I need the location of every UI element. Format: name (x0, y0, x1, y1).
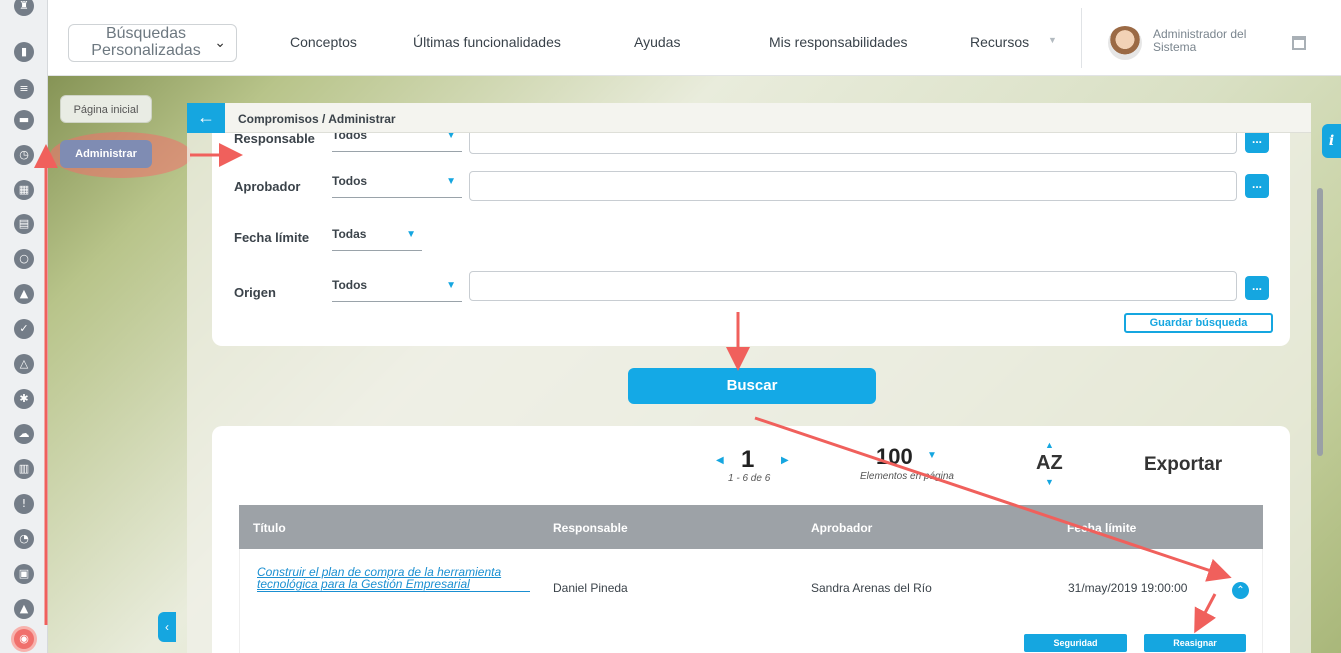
clock-icon[interactable]: ◷ (14, 145, 34, 165)
current-page: 1 (741, 446, 755, 473)
report-icon[interactable]: ▥ (14, 459, 34, 479)
calendar-icon[interactable]: ▦ (14, 180, 34, 200)
pie-chart-icon[interactable]: ◔ (14, 529, 34, 549)
document-icon[interactable]: ▤ (14, 214, 34, 234)
recursos-caret-icon[interactable]: ▼ (1048, 35, 1057, 45)
export-button[interactable]: Exportar (1144, 454, 1222, 476)
per-page-label: Elementos en página (860, 471, 954, 482)
alert-icon[interactable]: ! (14, 494, 34, 514)
pyramid-icon[interactable]: ▲ (14, 599, 34, 619)
column-titulo[interactable]: Título (253, 521, 286, 535)
security-button[interactable]: Seguridad (1024, 634, 1127, 652)
nav-mis-responsabilidades[interactable]: Mis responsabilidades (769, 34, 908, 50)
per-page-select[interactable]: 100 (876, 444, 913, 470)
network-icon[interactable]: △ (14, 354, 34, 374)
fecha-limite-select[interactable]: Todas ▼ (332, 227, 422, 251)
top-header: Búsquedas Personalizadas ⌄ Conceptos Últ… (48, 0, 1341, 76)
search-button[interactable]: Buscar (628, 368, 876, 404)
tower-icon[interactable]: ♜ (14, 0, 34, 16)
nav-ultimas-funcionalidades[interactable]: Últimas funcionalidades (413, 34, 561, 50)
menu-admin[interactable]: Administrar (60, 140, 152, 168)
fecha-limite-label: Fecha límite (234, 230, 310, 245)
caret-down-icon: ▼ (406, 229, 416, 240)
sort-button[interactable]: AZ (1036, 452, 1063, 475)
column-responsable[interactable]: Responsable (553, 521, 628, 535)
breadcrumb: Compromisos / Administrar (238, 112, 396, 126)
origen-input[interactable] (469, 271, 1237, 301)
info-icon[interactable]: i (1322, 124, 1341, 158)
row-responsable: Daniel Pineda (553, 581, 628, 595)
reassign-button[interactable]: Reasignar (1144, 634, 1246, 652)
chevron-up-icon[interactable]: ⌃ (1232, 582, 1249, 599)
origen-select[interactable]: Todos ▼ (332, 278, 462, 302)
aprobador-more-button[interactable]: ... (1245, 174, 1269, 198)
warning-icon[interactable]: ▲ (14, 284, 34, 304)
fecha-limite-value: Todas (332, 227, 367, 241)
caret-down-icon: ▼ (446, 176, 456, 187)
origen-value: Todos (332, 278, 368, 292)
aprobador-label: Aprobador (234, 179, 301, 194)
column-fecha-limite[interactable]: Fecha límite (1067, 521, 1136, 535)
check-icon[interactable]: ✓ (14, 319, 34, 339)
row-title-link[interactable]: Construir el plan de compra de la herram… (257, 566, 530, 592)
avatar[interactable] (1108, 26, 1142, 60)
save-search-button[interactable]: Guardar búsqueda (1124, 313, 1273, 333)
nav-recursos[interactable]: Recursos (970, 34, 1029, 50)
list-icon[interactable]: ≡ (14, 79, 34, 99)
page-range: 1 - 6 de 6 (728, 473, 771, 484)
briefcase-icon[interactable]: ▣ (14, 564, 34, 584)
custom-search-label: Búsquedas Personalizadas (91, 25, 201, 59)
cloud-icon[interactable]: ☁ (14, 424, 34, 444)
commitments-icon[interactable]: ◉ (14, 629, 34, 649)
aprobador-value: Todos (332, 174, 368, 188)
menu-home[interactable]: Página inicial (60, 95, 152, 123)
origen-more-button[interactable]: ... (1245, 276, 1269, 300)
back-arrow-icon[interactable]: ← (187, 103, 225, 133)
nav-conceptos[interactable]: Conceptos (290, 34, 357, 50)
user-name[interactable]: Administrador del Sistema (1153, 28, 1253, 54)
chevron-down-icon: ⌄ (214, 34, 226, 50)
aprobador-select[interactable]: Todos ▼ (332, 174, 462, 198)
column-aprobador[interactable]: Aprobador (811, 521, 872, 535)
caret-down-icon: ▼ (446, 280, 456, 291)
collapse-menu-icon[interactable]: ‹ (158, 612, 176, 642)
header-divider (1081, 8, 1082, 68)
row-aprobador: Sandra Arenas del Río (811, 581, 932, 595)
sort-down-icon[interactable]: ▼ (1045, 477, 1054, 487)
calendar-icon[interactable] (1292, 36, 1306, 50)
next-page-icon[interactable]: ▶ (781, 455, 789, 466)
sort-up-icon[interactable]: ▲ (1045, 440, 1054, 450)
gear-icon[interactable]: ✱ (14, 389, 34, 409)
presentation-icon[interactable]: ▬ (14, 110, 34, 130)
icon-rail: ♜ ▮ ≡ ▬ ◷ ▦ ▤ ○ ▲ ✓ △ ✱ ☁ ▥ ! ◔ ▣ ▲ ◉ (0, 0, 48, 653)
aprobador-input[interactable] (469, 171, 1237, 201)
nav-ayudas[interactable]: Ayudas (634, 34, 680, 50)
bar-chart-icon[interactable]: ▮ (14, 42, 34, 62)
scrollbar[interactable] (1317, 188, 1323, 456)
caret-down-icon[interactable]: ▼ (927, 450, 937, 461)
cycle-icon[interactable]: ○ (14, 249, 34, 269)
custom-search-dropdown[interactable]: Búsquedas Personalizadas ⌄ (68, 24, 237, 62)
prev-page-icon[interactable]: ◀ (716, 455, 724, 466)
responsable-label: Responsable (234, 131, 315, 146)
origen-label: Origen (234, 285, 276, 300)
row-fecha: 31/may/2019 19:00:00 (1068, 581, 1188, 595)
